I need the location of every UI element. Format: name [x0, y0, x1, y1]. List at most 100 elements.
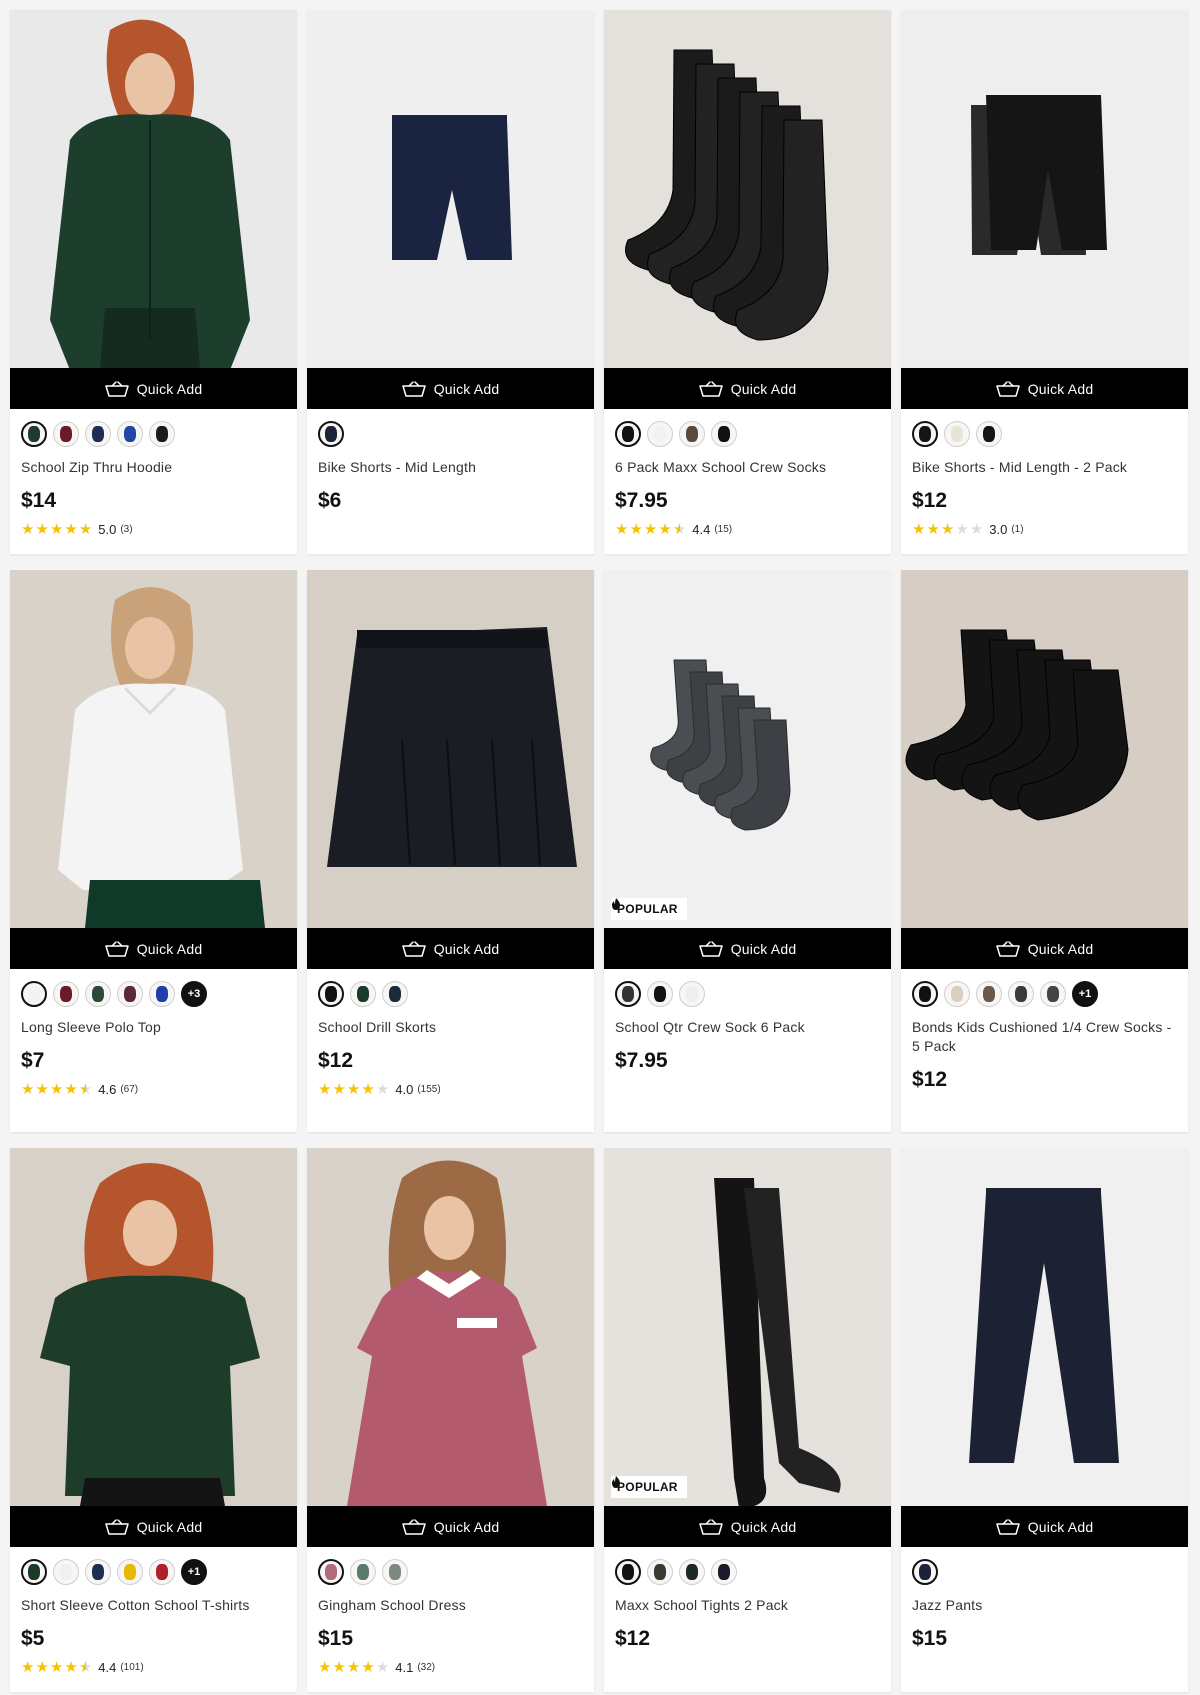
color-swatch[interactable]: [53, 1559, 79, 1585]
product-image[interactable]: [10, 570, 297, 928]
product-card[interactable]: Quick Add School Zip Thru Hoodie $14 ★ ★ ★ ★ ★ 5…: [10, 10, 297, 554]
product-card[interactable]: Quick Add +1 Short Sleeve Cotton School T-…: [10, 1148, 297, 1692]
product-name[interactable]: School Qtr Crew Sock 6 Pack: [615, 1018, 880, 1037]
color-swatch[interactable]: [679, 981, 705, 1007]
color-swatch[interactable]: [679, 1559, 705, 1585]
color-swatch[interactable]: [318, 1559, 344, 1585]
quick-add-button[interactable]: Quick Add: [901, 928, 1188, 969]
color-swatch[interactable]: [382, 981, 408, 1007]
more-colors-button[interactable]: +3: [181, 981, 207, 1007]
quick-add-button[interactable]: Quick Add: [10, 928, 297, 969]
color-swatch[interactable]: [149, 1559, 175, 1585]
color-swatch[interactable]: [382, 1559, 408, 1585]
color-swatch[interactable]: [647, 421, 673, 447]
product-image[interactable]: POPULAR: [604, 570, 891, 928]
color-swatch[interactable]: [21, 981, 47, 1007]
color-swatch[interactable]: [1040, 981, 1066, 1007]
product-card[interactable]: Quick Add +1 Bonds Kids Cushioned 1/4 Crew…: [901, 570, 1188, 1132]
color-swatch[interactable]: [615, 1559, 641, 1585]
color-swatch[interactable]: [85, 1559, 111, 1585]
color-swatch[interactable]: [117, 1559, 143, 1585]
color-swatch[interactable]: [944, 981, 970, 1007]
color-swatch[interactable]: [944, 421, 970, 447]
quick-add-button[interactable]: Quick Add: [307, 1506, 594, 1547]
product-image[interactable]: [307, 10, 594, 368]
product-image[interactable]: [307, 1148, 594, 1506]
product-card[interactable]: POPULAR Quick Add School Qtr Crew Sock 6 P…: [604, 570, 891, 1132]
product-rating[interactable]: ★ ★ ★ ★ ★ 4.0 (155): [318, 1081, 583, 1097]
product-card[interactable]: Quick Add Gingham School Dress $15 ★ ★ ★ ★ ★ 4.1…: [307, 1148, 594, 1692]
product-rating[interactable]: ★ ★ ★ ★ ★ 3.0 (1): [912, 521, 1177, 537]
color-swatch[interactable]: [85, 981, 111, 1007]
color-swatch[interactable]: [350, 981, 376, 1007]
quick-add-button[interactable]: Quick Add: [901, 1506, 1188, 1547]
color-swatch[interactable]: [912, 981, 938, 1007]
color-swatch[interactable]: [1008, 981, 1034, 1007]
color-swatch[interactable]: [53, 981, 79, 1007]
color-swatch[interactable]: [350, 1559, 376, 1585]
product-name[interactable]: Jazz Pants: [912, 1596, 1177, 1615]
product-rating[interactable]: ★ ★ ★ ★ ★ 4.6 (67): [21, 1081, 286, 1097]
color-swatch[interactable]: [117, 421, 143, 447]
product-name[interactable]: Gingham School Dress: [318, 1596, 583, 1615]
color-swatch[interactable]: [679, 421, 705, 447]
product-name[interactable]: School Zip Thru Hoodie: [21, 458, 286, 477]
product-card[interactable]: Quick Add +3 Long Sleeve Polo Top $7 ★ ★ ★ ★ ★ 4.…: [10, 570, 297, 1132]
product-card[interactable]: Quick Add Jazz Pants $15: [901, 1148, 1188, 1692]
product-card[interactable]: Quick Add Bike Shorts - Mid Length - 2 Pa…: [901, 10, 1188, 554]
product-image[interactable]: [10, 1148, 297, 1506]
product-name[interactable]: School Drill Skorts: [318, 1018, 583, 1037]
product-image[interactable]: [901, 1148, 1188, 1506]
product-image[interactable]: [307, 570, 594, 928]
quick-add-button[interactable]: Quick Add: [10, 368, 297, 409]
color-swatch[interactable]: [647, 981, 673, 1007]
quick-add-button[interactable]: Quick Add: [307, 928, 594, 969]
product-image[interactable]: [10, 10, 297, 368]
product-name[interactable]: Bike Shorts - Mid Length: [318, 458, 583, 477]
product-card[interactable]: Quick Add School Drill Skorts $12 ★ ★ ★ ★ ★ 4.0(…: [307, 570, 594, 1132]
color-swatch[interactable]: [711, 421, 737, 447]
color-swatch[interactable]: [53, 421, 79, 447]
color-swatch[interactable]: [21, 1559, 47, 1585]
quick-add-button[interactable]: Quick Add: [307, 368, 594, 409]
color-swatch[interactable]: [711, 1559, 737, 1585]
quick-add-button[interactable]: Quick Add: [10, 1506, 297, 1547]
color-swatch[interactable]: [615, 981, 641, 1007]
color-swatch[interactable]: [149, 421, 175, 447]
color-swatch[interactable]: [21, 421, 47, 447]
product-card[interactable]: POPULAR Quick Add Maxx School Tights 2 Pac…: [604, 1148, 891, 1692]
quick-add-button[interactable]: Quick Add: [901, 368, 1188, 409]
product-rating[interactable]: ★ ★ ★ ★ ★ 4.4 (101): [21, 1659, 286, 1675]
product-name[interactable]: Short Sleeve Cotton School T-shirts: [21, 1596, 286, 1615]
product-card[interactable]: Quick Add 6 Pack Maxx School Crew Socks $7…: [604, 10, 891, 554]
quick-add-button[interactable]: Quick Add: [604, 368, 891, 409]
color-swatch[interactable]: [976, 421, 1002, 447]
color-swatch[interactable]: [912, 1559, 938, 1585]
more-colors-button[interactable]: +1: [1072, 981, 1098, 1007]
product-name[interactable]: Bike Shorts - Mid Length - 2 Pack: [912, 458, 1177, 477]
quick-add-button[interactable]: Quick Add: [604, 1506, 891, 1547]
product-rating[interactable]: ★ ★ ★ ★ ★ 4.1 (32): [318, 1659, 583, 1675]
product-name[interactable]: Maxx School Tights 2 Pack: [615, 1596, 880, 1615]
product-name[interactable]: Long Sleeve Polo Top: [21, 1018, 286, 1037]
product-image[interactable]: POPULAR: [604, 1148, 891, 1506]
product-rating[interactable]: ★ ★ ★ ★ ★ 5.0 (3): [21, 521, 286, 537]
color-swatch[interactable]: [976, 981, 1002, 1007]
color-swatch[interactable]: [647, 1559, 673, 1585]
product-image[interactable]: [901, 10, 1188, 368]
more-colors-button[interactable]: +1: [181, 1559, 207, 1585]
quick-add-button[interactable]: Quick Add: [604, 928, 891, 969]
product-image[interactable]: [604, 10, 891, 368]
color-swatch[interactable]: [149, 981, 175, 1007]
color-swatch[interactable]: [318, 981, 344, 1007]
product-name[interactable]: 6 Pack Maxx School Crew Socks: [615, 458, 880, 477]
product-rating[interactable]: ★ ★ ★ ★ ★ 4.4 (15): [615, 521, 880, 537]
color-swatch[interactable]: [912, 421, 938, 447]
product-name[interactable]: Bonds Kids Cushioned 1/4 Crew Socks - 5 …: [912, 1018, 1177, 1056]
product-image[interactable]: [901, 570, 1188, 928]
color-swatch[interactable]: [615, 421, 641, 447]
color-swatch[interactable]: [85, 421, 111, 447]
product-card[interactable]: Quick Add Bike Shorts - Mid Length $6: [307, 10, 594, 554]
color-swatch[interactable]: [318, 421, 344, 447]
color-swatch[interactable]: [117, 981, 143, 1007]
